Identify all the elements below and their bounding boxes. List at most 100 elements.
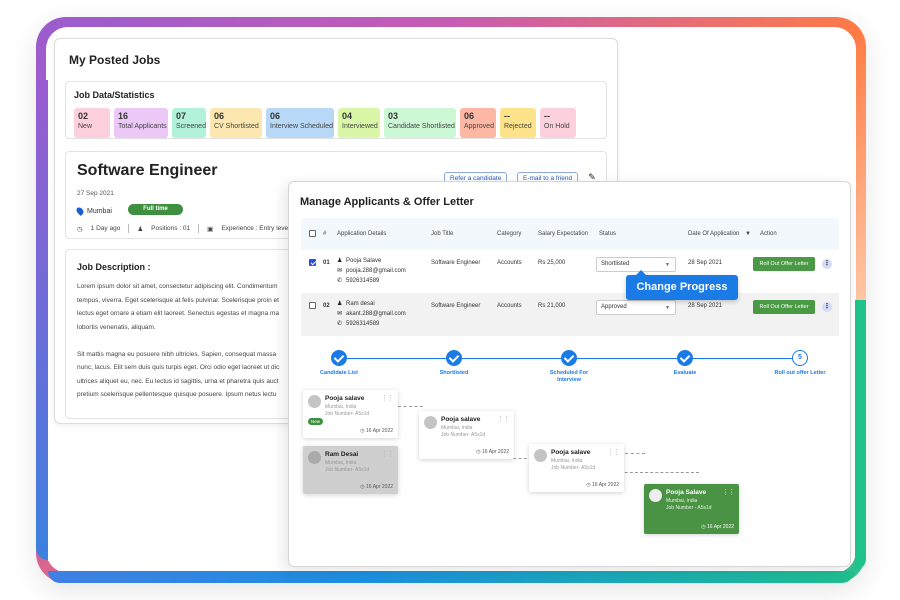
job-title-cell: Software Engineer [431,303,481,309]
col-action: Action [760,231,777,237]
stat-chip[interactable]: 02 New [74,108,110,138]
stat-label: Screened [176,123,206,130]
job-type-badge: Full time [128,204,183,215]
applicant-phone: 5926314589 [346,321,380,327]
check-icon [446,350,462,366]
stat-label: Total Applicants [118,123,167,130]
stat-label: On Hold [544,123,570,130]
candidate-name: Pooja salave [325,395,365,402]
col-date[interactable]: Date Of Application [688,231,739,237]
stat-chip[interactable]: -- Rejected [500,108,536,138]
avatar [534,449,547,462]
avatar [308,451,321,464]
select-all-checkbox[interactable] [309,230,316,237]
candidate-location: Mumbai, India [325,460,357,466]
stat-value: 06 [270,111,281,121]
job-title: Software Engineer [77,162,218,179]
stat-value: 06 [464,111,475,121]
candidate-location: Mumbai, India [551,458,583,464]
stepper-step[interactable]: Evaluate [655,350,715,377]
candidate-location: Mumbai, India [666,498,698,504]
row-checkbox[interactable] [309,302,316,309]
stepper-step[interactable]: Shortlisted [424,350,484,377]
applicants-table: # Application Details Job Title Category… [301,218,839,336]
applicant-name[interactable]: Ram desai [346,299,375,309]
pipeline-connector [398,406,423,407]
applicant-name[interactable]: Pooja Salave [346,256,381,266]
candidate-card[interactable]: Pooja salave Mumbai, India Job Number- A… [419,411,514,459]
salary-cell: Rs 25,000 [538,260,566,266]
statistics-title: Job Data/Statistics [74,90,155,100]
new-badge: New [308,418,324,425]
stat-chip[interactable]: 06 Approved [460,108,496,138]
clock-icon: ◷ [77,225,83,233]
row-checkbox[interactable] [309,259,316,266]
divider [128,224,130,233]
frame-edge-left [36,80,48,560]
manage-applicants-panel: Manage Applicants & Offer Letter # Appli… [288,181,851,567]
experience: Experience : Entry level [221,225,290,232]
briefcase-icon: ▣ [207,225,214,233]
candidate-card[interactable]: Pooja salave Mumbai, India Job Number- A… [529,444,624,492]
roll-out-offer-button[interactable]: Roll Out Offer Letter [753,300,815,314]
date-text: 16 Apr 2022 [707,524,734,530]
stepper-step[interactable]: 5 Roll out offer Letter [770,350,830,377]
stat-label: Interviewed [342,123,378,130]
drag-handle-icon[interactable]: ⋮⋮ [381,450,394,458]
stepper-step[interactable]: Scheduled For Interview [539,350,599,384]
chevron-down-icon: ▼ [665,262,670,268]
stat-chip[interactable]: 07 Screened [172,108,206,138]
category-cell: Accounts [497,260,522,266]
stat-chip[interactable]: -- On Hold [540,108,576,138]
drag-handle-icon[interactable]: ⋮⋮ [607,448,620,456]
pipeline-connector [625,453,645,454]
job-description-title: Job Description : [77,262,151,272]
candidate-card[interactable]: Pooja salave Mumbai, India Job Number- A… [303,390,398,438]
status-value: Shortlisted [601,261,630,267]
col-application-details: Application Details [337,231,387,237]
stat-chip[interactable]: 16 Total Applicants [114,108,168,138]
stepper-step[interactable]: Candidate List [309,350,369,377]
applicant-email[interactable]: pooja.288@gmail.com [346,266,406,276]
table-header: # Application Details Job Title Category… [301,218,839,250]
person-icon: ♟ [337,258,343,264]
stat-label: CV Shortlisted [214,123,259,130]
applicant-email[interactable]: akant.288@gmail.com [346,309,406,319]
candidate-job-number: Job Number- A5s1d [325,411,370,417]
date-text: 16 Apr 2022 [482,449,509,455]
avatar [424,416,437,429]
col-salary: Salary Expectation [538,231,589,237]
job-meta: ◷ 1 Day ago ♟ Positions : 01 ▣ Experienc… [77,224,290,233]
category-cell: Accounts [497,303,522,309]
sort-down-icon[interactable]: ▼ [745,231,751,237]
more-options-icon[interactable]: ⋮ [822,259,832,269]
row-number: 02 [323,303,330,309]
candidate-card[interactable]: Pooja Salave Mumbai, India Job Number - … [644,484,739,534]
candidate-location: Mumbai, India [441,425,473,431]
location-pin-icon [75,206,85,216]
drag-handle-icon[interactable]: ⋮⋮ [381,394,394,402]
candidate-job-number: Job Number - A5s1d [666,505,712,511]
posted-time: 1 Day ago [90,225,121,232]
stat-label: Candidate Shortlisted [388,123,455,130]
status-select[interactable]: Approved ▼ [596,300,676,315]
roll-out-offer-button[interactable]: Roll Out Offer Letter [753,257,815,271]
stat-chip[interactable]: 06 CV Shortlisted [210,108,262,138]
phone-icon: ✆ [337,321,343,327]
job-statistics: Job Data/Statistics 02 New 16 Total Applica… [65,81,607,139]
more-options-icon[interactable]: ⋮ [822,302,832,312]
step-label: Evaluate [673,370,697,376]
status-value: Approved [601,304,627,310]
candidate-card[interactable]: Ram Desai Mumbai, India Job Number- A5s1… [303,446,398,494]
drag-handle-icon[interactable]: ⋮⋮ [722,488,735,496]
stat-value: 07 [176,111,187,121]
stat-value: 02 [78,111,89,121]
stat-chip[interactable]: 03 Candidate Shortlisted [384,108,456,138]
drag-handle-icon[interactable]: ⋮⋮ [497,415,510,423]
step-label: Roll out offer Letter [774,370,826,376]
candidate-name: Pooja salave [551,449,591,456]
check-icon [561,350,577,366]
stat-chip[interactable]: 06 Interview Scheduled [266,108,334,138]
stat-value: -- [544,111,550,121]
stat-chip[interactable]: 04 Interviewed [338,108,380,138]
